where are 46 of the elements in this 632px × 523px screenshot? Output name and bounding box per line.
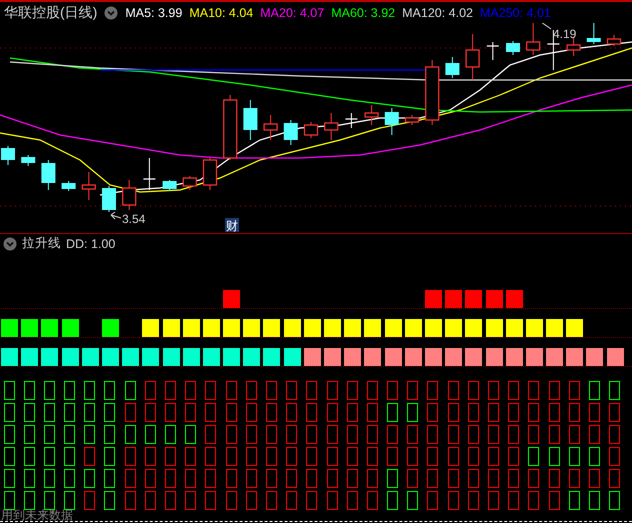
dropdown-icon[interactable] xyxy=(3,236,17,250)
candlestick xyxy=(466,34,480,80)
candlestick xyxy=(202,158,218,190)
dropdown-icon[interactable] xyxy=(104,6,118,20)
candlestick xyxy=(345,112,358,128)
indicator-parameter: DD: 1.00 xyxy=(66,236,116,250)
event-tag[interactable]: 财 xyxy=(225,218,239,233)
candlestick xyxy=(82,172,96,200)
candlestick xyxy=(223,94,238,160)
candlestick xyxy=(182,176,197,190)
stock-title: 华联控股(日线) xyxy=(4,4,98,22)
candlestick xyxy=(445,56,460,78)
candlestick xyxy=(566,38,581,56)
ma-readout: MA10: 4.04 xyxy=(189,6,254,20)
candlestick xyxy=(425,60,440,126)
candlestick xyxy=(586,23,601,44)
ma-readout: MA5: 3.99 xyxy=(125,6,182,20)
candlestick xyxy=(1,146,15,166)
candlestick xyxy=(404,114,420,126)
leader-line xyxy=(540,23,552,30)
candlestick xyxy=(324,112,338,140)
candlestick xyxy=(304,122,318,138)
candlestick xyxy=(384,108,399,136)
ma-readout: MA250: 4.01 xyxy=(480,6,551,20)
candlestick xyxy=(243,100,258,140)
candlestick xyxy=(284,120,298,146)
candlestick xyxy=(162,180,177,192)
low-price-label: 3.54 xyxy=(122,212,146,226)
candlestick xyxy=(122,180,136,210)
candlestick xyxy=(62,180,76,192)
candlestick xyxy=(102,186,116,212)
candlestick xyxy=(606,34,622,46)
candlestick xyxy=(143,158,156,190)
candlestick xyxy=(21,154,36,166)
candlestick xyxy=(264,114,278,140)
candlestick xyxy=(506,40,520,56)
candlestick xyxy=(364,104,379,126)
ma-readout: MA120: 4.02 xyxy=(402,6,474,20)
ma-readout: MA20: 4.07 xyxy=(260,6,324,20)
leader-line xyxy=(110,212,122,220)
candlestick xyxy=(486,42,499,60)
footer-note: 用到未来数据 xyxy=(0,509,74,521)
indicator-name: 拉升线 xyxy=(22,235,61,252)
candlestick xyxy=(41,160,56,190)
ma-readout: MA60: 3.92 xyxy=(331,6,396,20)
candlestick xyxy=(526,23,540,56)
